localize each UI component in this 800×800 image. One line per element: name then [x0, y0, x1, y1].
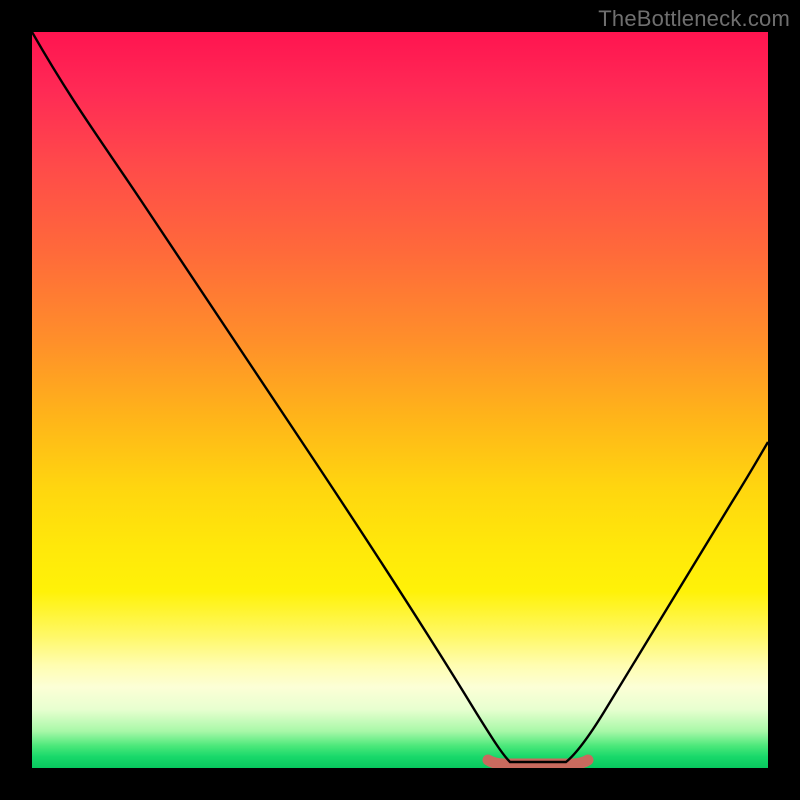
watermark-text: TheBottleneck.com — [598, 6, 790, 32]
chart-svg — [32, 32, 768, 768]
chart-frame: TheBottleneck.com — [0, 0, 800, 800]
bottleneck-curve — [32, 32, 768, 762]
chart-plot-area — [32, 32, 768, 768]
